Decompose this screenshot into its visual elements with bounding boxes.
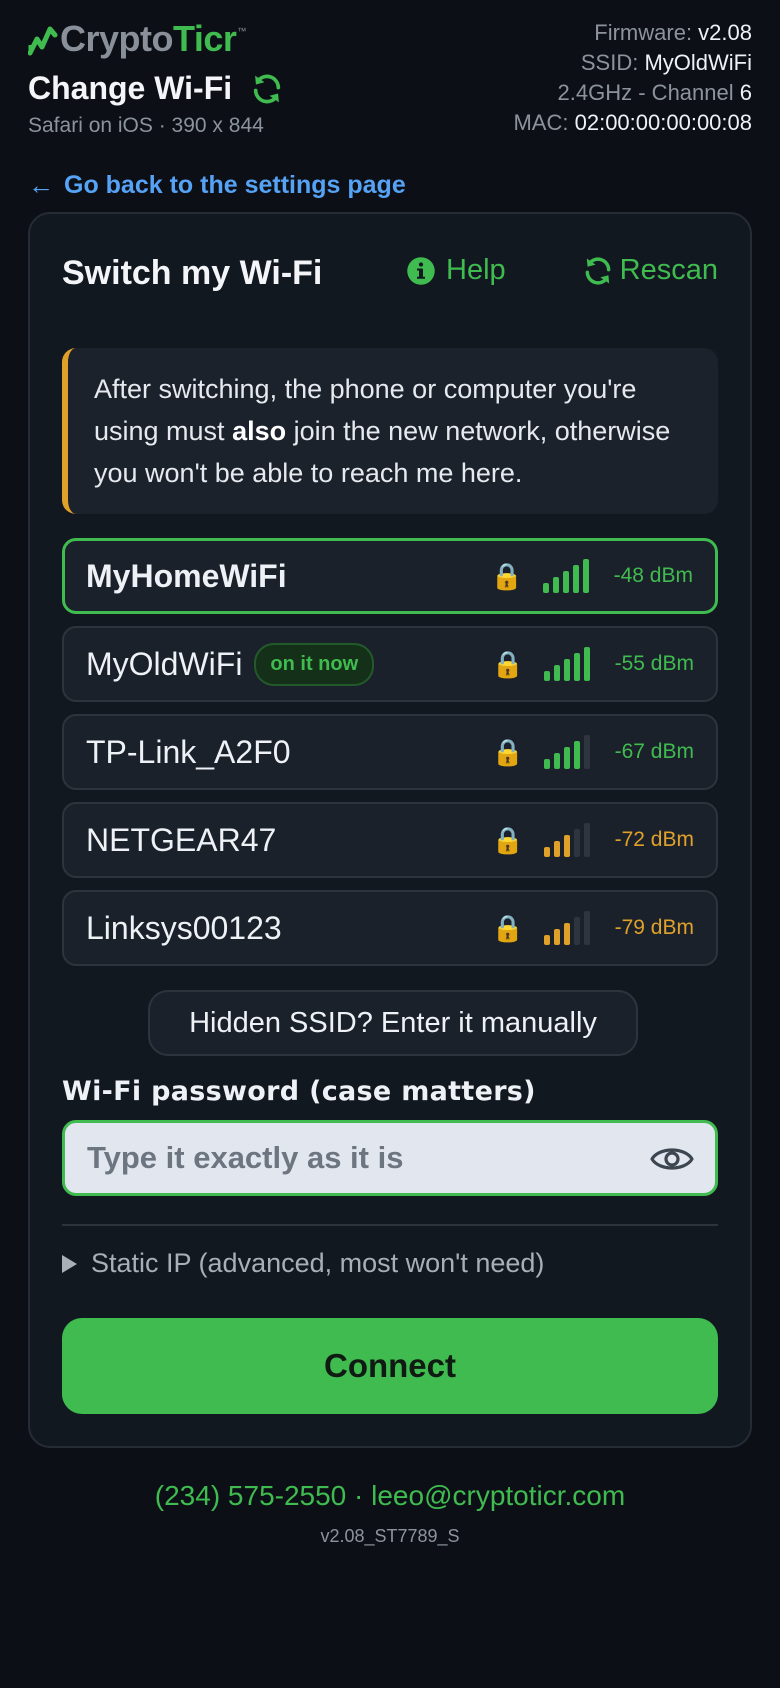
signal-bar: [564, 659, 570, 681]
footer-version: v2.08_ST7789_S: [320, 1526, 460, 1546]
current-network-badge: on it now: [254, 642, 375, 686]
network-name: NETGEAR47: [86, 821, 277, 858]
page: CryptoTicr ™ Change Wi-Fi Safari on iOS …: [0, 0, 780, 1688]
signal-bar: [564, 923, 570, 945]
card-title: Switch my Wi-Fi: [62, 254, 323, 292]
page-title: Change Wi-Fi: [28, 70, 233, 106]
divider: [62, 1224, 718, 1226]
back-link-label: Go back to the settings page: [64, 171, 406, 199]
network-list: MyHomeWiFi 🔒 -48 dBm MyOldWiFi on it now 🔒 -55…: [62, 538, 718, 978]
lock-icon: 🔒: [491, 912, 524, 943]
signal-bars-icon: [544, 911, 590, 945]
show-password-eye-icon[interactable]: [649, 1137, 695, 1181]
signal-bar: [554, 753, 560, 769]
signal-bar: [583, 559, 589, 593]
refresh-icon[interactable]: [250, 72, 284, 106]
password-input[interactable]: [87, 1123, 627, 1193]
device-info: Firmware: v2.08 SSID: MyOldWiFi 2.4GHz -…: [513, 18, 752, 138]
network-name: MyHomeWiFi: [86, 557, 287, 594]
signal-bar: [544, 671, 550, 681]
signal-bar: [574, 653, 580, 681]
logo-chart-icon: [28, 26, 58, 56]
signal-bars-icon: [544, 647, 590, 681]
network-meta: 🔒 -72 dBm: [492, 804, 694, 876]
lock-icon: 🔒: [491, 736, 524, 767]
lock-icon: 🔒: [491, 648, 524, 679]
lock-icon: 🔒: [490, 560, 523, 591]
static-ip-toggle[interactable]: Static IP (advanced, most won't need): [62, 1248, 544, 1279]
network-item[interactable]: Linksys00123 🔒 -79 dBm: [62, 890, 718, 966]
signal-bar: [564, 747, 570, 769]
signal-strength: -72 dBm: [614, 828, 694, 851]
footer-contact[interactable]: (234) 575-2550 · leeo@cryptoticr.com: [0, 1480, 780, 1512]
channel-row: 2.4GHz - Channel 6: [557, 80, 752, 105]
signal-bar: [573, 565, 579, 593]
signal-bar: [544, 759, 550, 769]
signal-bar: [584, 823, 590, 857]
ssid-row: SSID: MyOldWiFi: [580, 50, 752, 75]
connect-button[interactable]: Connect: [62, 1318, 718, 1414]
logo-trademark: ™: [237, 26, 247, 36]
header: CryptoTicr ™ Change Wi-Fi Safari on iOS …: [28, 18, 752, 148]
signal-strength: -67 dBm: [614, 740, 694, 763]
rescan-icon: [585, 256, 611, 285]
signal-bar: [584, 911, 590, 945]
back-to-settings-link[interactable]: ← Go back to the settings page: [28, 170, 406, 201]
rescan-label: Rescan: [619, 254, 718, 286]
signal-bar: [584, 735, 590, 769]
signal-bar: [564, 835, 570, 857]
lock-icon: 🔒: [491, 824, 524, 855]
network-name: TP-Link_A2F0: [86, 733, 291, 770]
network-item[interactable]: MyOldWiFi on it now 🔒 -55 dBm: [62, 626, 718, 702]
help-label: Help: [446, 254, 506, 286]
signal-bar: [584, 647, 590, 681]
help-button[interactable]: Help: [406, 254, 506, 287]
signal-bar: [554, 665, 560, 681]
back-arrow-icon: ←: [28, 170, 54, 200]
signal-bars-icon: [543, 559, 589, 593]
signal-strength: -79 dBm: [614, 916, 694, 939]
notice-emphasis: also: [232, 416, 287, 446]
network-meta: 🔒 -67 dBm: [492, 716, 694, 788]
password-label: Wi-Fi password (case matters): [62, 1076, 536, 1107]
network-item[interactable]: TP-Link_A2F0 🔒 -67 dBm: [62, 714, 718, 790]
info-icon: [407, 256, 435, 285]
network-item[interactable]: NETGEAR47 🔒 -72 dBm: [62, 802, 718, 878]
page-title-row: Change Wi-Fi: [28, 70, 284, 107]
signal-bars-icon: [544, 735, 590, 769]
static-ip-label: Static IP (advanced, most won't need): [91, 1248, 545, 1278]
signal-bar: [543, 583, 549, 593]
switch-notice: After switching, the phone or computer y…: [62, 348, 718, 514]
network-item[interactable]: MyHomeWiFi 🔒 -48 dBm: [62, 538, 718, 614]
network-meta: 🔒 -55 dBm: [492, 628, 694, 700]
signal-bar: [574, 917, 580, 945]
disclosure-triangle-icon: [62, 1254, 77, 1273]
signal-bar: [563, 571, 569, 593]
network-name: Linksys00123: [86, 909, 282, 946]
environment-text: Safari on iOS · 390 x 844: [28, 114, 264, 137]
hidden-ssid-button[interactable]: Hidden SSID? Enter it manually: [148, 990, 638, 1056]
firmware-row: Firmware: v2.08: [594, 20, 752, 45]
signal-bar: [553, 577, 559, 593]
mac-row: MAC: 02:00:00:00:00:08: [513, 110, 752, 135]
signal-strength: -55 dBm: [614, 652, 694, 675]
signal-bars-icon: [544, 823, 590, 857]
signal-bar: [554, 841, 560, 857]
signal-bar: [574, 741, 580, 769]
network-meta: 🔒 -79 dBm: [492, 892, 694, 964]
signal-bar: [574, 829, 580, 857]
logo-text: CryptoTicr: [60, 18, 237, 59]
signal-strength: -48 dBm: [613, 564, 693, 587]
signal-bar: [554, 929, 560, 945]
password-field: [62, 1120, 718, 1196]
network-meta: 🔒 -48 dBm: [491, 541, 693, 611]
network-name: MyOldWiFi: [86, 645, 243, 682]
signal-bar: [544, 847, 550, 857]
rescan-button[interactable]: Rescan: [582, 254, 718, 287]
wifi-card: Switch my Wi-Fi Help Rescan After switch…: [28, 212, 752, 1448]
signal-bar: [544, 935, 550, 945]
